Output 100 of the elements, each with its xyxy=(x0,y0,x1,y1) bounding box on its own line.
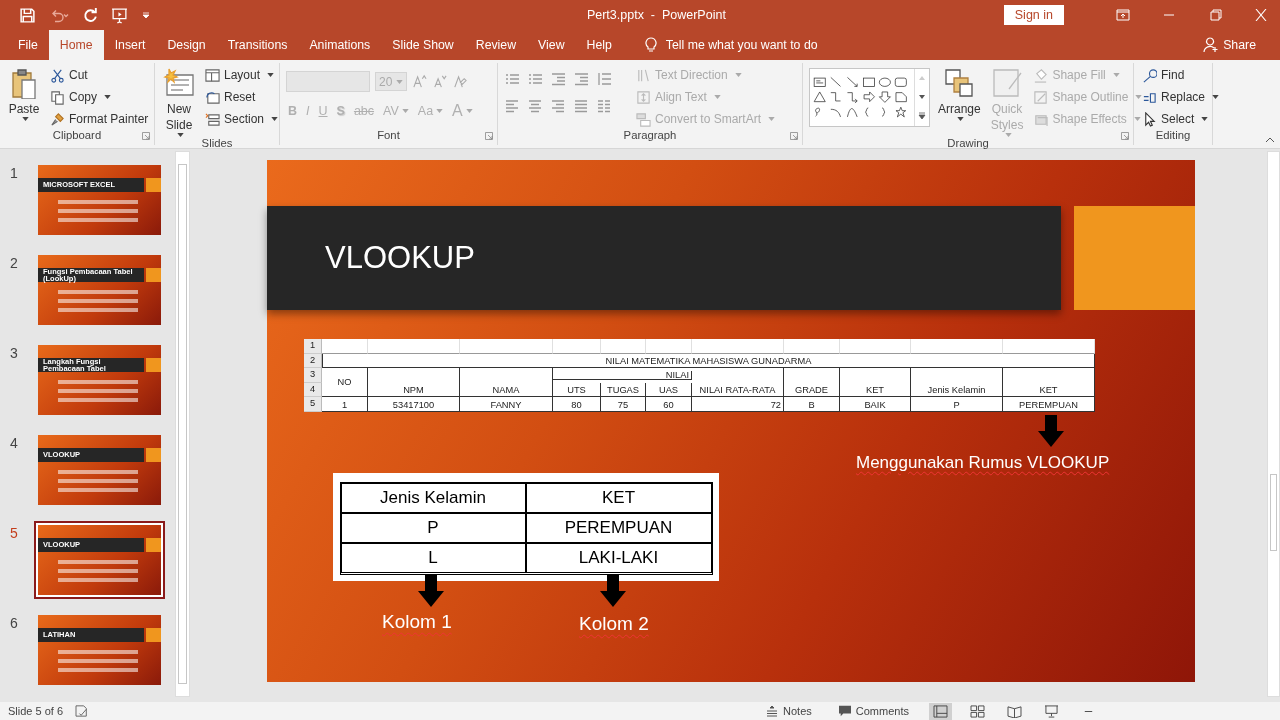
person-icon xyxy=(1203,37,1220,53)
increase-indent-icon[interactable] xyxy=(573,71,589,87)
ribbon-tab[interactable]: Animations xyxy=(298,30,382,60)
numbering-icon[interactable] xyxy=(527,71,543,87)
tell-me-search[interactable]: Tell me what you want to do xyxy=(665,30,818,60)
caret-icon xyxy=(267,73,275,77)
ribbon-tab[interactable]: File xyxy=(7,30,49,60)
table-header: NO xyxy=(322,368,368,398)
ribbon-button[interactable]: Section xyxy=(203,110,281,128)
align-left-icon[interactable] xyxy=(504,98,520,114)
layout-icon xyxy=(205,67,220,83)
caret-icon xyxy=(1133,117,1141,121)
caret-icon xyxy=(957,117,965,121)
share-button[interactable]: Share xyxy=(1197,30,1262,60)
table-header: GRADE xyxy=(784,368,840,398)
comments-button[interactable]: Comments xyxy=(831,704,915,718)
ribbon-button[interactable]: Layout xyxy=(203,66,281,84)
ribbon-tab[interactable]: Insert xyxy=(103,30,157,60)
ribbon-button[interactable]: Paste xyxy=(6,65,42,129)
shapes-gallery[interactable] xyxy=(809,68,930,127)
scroll-down-icon[interactable] xyxy=(918,93,926,101)
customize-caret-icon[interactable] xyxy=(140,11,152,19)
search-icon xyxy=(1142,67,1157,83)
row-number: 1 xyxy=(304,339,322,354)
group-label: Editing xyxy=(1155,129,1191,141)
text-direction-icon xyxy=(636,67,651,83)
ribbon-tab[interactable]: View xyxy=(527,30,576,60)
notes-button[interactable]: Notes xyxy=(759,704,818,718)
dialog-launcher-icon[interactable] xyxy=(1121,132,1129,140)
table-cell: PEREMPUAN xyxy=(1003,397,1095,412)
caret-icon xyxy=(396,79,403,84)
ribbon-display-icon[interactable] xyxy=(1116,9,1130,21)
table-cell: LAKI-LAKI xyxy=(525,543,712,573)
align-right-icon[interactable] xyxy=(550,98,566,114)
ribbon-tab[interactable]: Review xyxy=(464,30,528,60)
ribbon-tab[interactable]: Home xyxy=(48,30,104,60)
dialog-launcher-icon[interactable] xyxy=(142,132,150,140)
ribbon-button[interactable]: Cut xyxy=(48,66,151,84)
slide-number: 6 xyxy=(10,615,18,633)
grow-font-icon[interactable] xyxy=(412,74,427,89)
decrease-indent-icon[interactable] xyxy=(550,71,566,87)
ribbon-button[interactable]: Reset xyxy=(203,88,281,106)
ribbon-tab[interactable]: Slide Show xyxy=(381,30,465,60)
redo-icon[interactable] xyxy=(82,6,99,24)
ribbon-tab[interactable]: Design xyxy=(156,30,217,60)
ribbon-button[interactable]: New Slide xyxy=(161,65,197,137)
ribbon-tab[interactable]: Help xyxy=(575,30,623,60)
sign-in-button[interactable]: Sign in xyxy=(1003,5,1064,25)
ribbon-button[interactable]: Format Painter xyxy=(48,110,151,128)
brush-icon xyxy=(50,111,65,127)
group-label: Font xyxy=(377,129,400,141)
ribbon-button[interactable]: Arrange xyxy=(936,65,983,137)
shrink-font-icon[interactable] xyxy=(432,74,447,89)
scroll-up-icon[interactable] xyxy=(918,74,926,82)
dialog-launcher-icon[interactable] xyxy=(790,132,798,140)
caret-icon xyxy=(1201,117,1209,121)
slide-title: VLOOKUP xyxy=(325,240,475,276)
table-header: KET xyxy=(1003,368,1095,398)
table-cell: B xyxy=(784,397,840,412)
spelling-icon[interactable] xyxy=(75,705,90,717)
line-spacing-icon[interactable] xyxy=(596,71,612,87)
collapse-ribbon-icon[interactable] xyxy=(1265,137,1275,143)
scrollbar[interactable] xyxy=(1267,151,1280,697)
justify-icon[interactable] xyxy=(573,98,589,114)
empty-cell xyxy=(601,339,646,354)
table-cell: P xyxy=(340,513,526,543)
align-center-icon[interactable] xyxy=(527,98,543,114)
font-name-field[interactable] xyxy=(286,71,370,92)
dialog-launcher-icon[interactable] xyxy=(485,132,493,140)
group-label: Slides xyxy=(201,137,233,149)
scissors-icon xyxy=(50,67,65,83)
down-arrow xyxy=(1038,415,1064,447)
caret-icon xyxy=(436,109,444,113)
table-cell: 1 xyxy=(322,397,368,412)
presentation-icon[interactable] xyxy=(111,6,128,24)
table-header: NILAI RATA-RATA xyxy=(692,368,784,398)
bullets-icon[interactable] xyxy=(504,71,520,87)
accent-square xyxy=(146,358,161,372)
table-cell: L xyxy=(340,543,526,573)
restore-icon[interactable] xyxy=(1208,9,1222,21)
ribbon-button[interactable]: Copy xyxy=(48,88,151,106)
table-cell: 80 xyxy=(553,397,601,412)
more-icon[interactable] xyxy=(918,112,926,120)
caret-icon xyxy=(22,117,29,121)
smartart-icon xyxy=(636,111,651,127)
pointer-icon xyxy=(1142,111,1157,127)
scrollbar[interactable] xyxy=(175,151,190,697)
table-header: NILAI xyxy=(553,371,692,380)
caret-icon xyxy=(1112,73,1120,77)
table-header: Jenis Kelamin xyxy=(911,368,1003,398)
clear-formatting-icon[interactable] xyxy=(452,74,467,89)
ribbon-tab[interactable]: Transitions xyxy=(216,30,299,60)
normal-view-icon[interactable] xyxy=(929,702,952,720)
row-number: 3 xyxy=(304,368,322,383)
columns-icon[interactable] xyxy=(596,98,612,114)
close-icon[interactable] xyxy=(1254,9,1268,21)
accent-square xyxy=(146,268,161,282)
column-label: Kolom 1 xyxy=(382,611,452,633)
save-icon[interactable] xyxy=(19,6,36,24)
table-header: UAS xyxy=(646,382,692,398)
